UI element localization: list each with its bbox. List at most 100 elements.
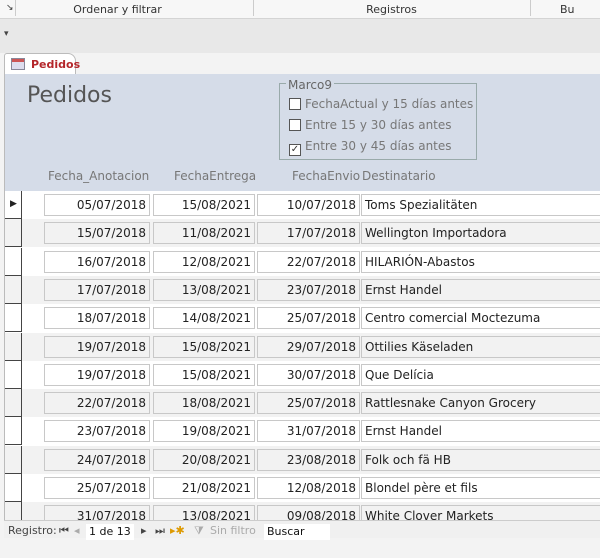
fecha-envio-field[interactable]: 17/07/2018 bbox=[257, 222, 360, 245]
record-selector[interactable]: ▶ bbox=[5, 191, 22, 219]
record-label: Registro: bbox=[8, 524, 57, 537]
option-label: Entre 15 y 30 días antes bbox=[305, 118, 452, 132]
fecha-entrega-field[interactable]: 11/08/2021 bbox=[153, 222, 255, 245]
group-find: Bu bbox=[560, 3, 575, 16]
table-row: 16/07/2018 12/08/2021 22/07/2018 HILARIÓN-A… bbox=[5, 247, 600, 276]
tab-pedidos[interactable]: Pedidos bbox=[4, 53, 80, 75]
record-navigation: Registro: ⏮ ◂ 1 de 13 ▸ ⏭ ▸✱ ⧩ Sin filtr… bbox=[4, 520, 600, 540]
last-record-button[interactable]: ⏭ bbox=[155, 524, 165, 538]
table-row: 18/07/2018 14/08/2021 25/07/2018 Centro com… bbox=[5, 304, 600, 333]
fecha-anotacion-field[interactable]: 19/07/2018 bbox=[44, 363, 150, 386]
quick-access-toolbar: ▾ bbox=[0, 19, 600, 53]
fecha-envio-field[interactable]: 25/07/2018 bbox=[257, 392, 360, 415]
form-title: Pedidos bbox=[27, 83, 112, 108]
record-selector[interactable] bbox=[5, 275, 22, 304]
table-row: 22/07/2018 18/08/2021 25/07/2018 Rattlesnak… bbox=[5, 389, 600, 418]
destinatario-field[interactable]: Blondel père et fils bbox=[361, 477, 600, 499]
group-records: Registros bbox=[366, 3, 417, 16]
fecha-anotacion-field[interactable]: 16/07/2018 bbox=[44, 250, 150, 273]
fecha-entrega-field[interactable]: 12/08/2021 bbox=[153, 250, 255, 273]
search-input[interactable]: Buscar bbox=[264, 524, 330, 540]
new-record-button[interactable]: ▸✱ bbox=[170, 524, 185, 537]
destinatario-field[interactable]: Ernst Handel bbox=[361, 278, 600, 301]
document-tabs: Pedidos bbox=[0, 53, 600, 75]
fecha-envio-field[interactable]: 29/07/2018 bbox=[257, 335, 360, 358]
fecha-anotacion-field[interactable]: 25/07/2018 bbox=[44, 477, 150, 499]
checkbox[interactable] bbox=[289, 98, 301, 110]
checkbox[interactable] bbox=[289, 119, 301, 131]
no-filter-button[interactable]: Sin filtro bbox=[210, 524, 256, 537]
record-selector[interactable] bbox=[5, 417, 22, 446]
destinatario-field[interactable]: Que Delícia bbox=[361, 363, 600, 386]
fecha-anotacion-field[interactable]: 05/07/2018 bbox=[44, 194, 150, 216]
fecha-entrega-field[interactable]: 15/08/2021 bbox=[153, 194, 255, 216]
fecha-anotacion-field[interactable]: 24/07/2018 bbox=[44, 448, 150, 471]
fecha-entrega-field[interactable]: 19/08/2021 bbox=[153, 420, 255, 443]
current-record-field[interactable]: 1 de 13 bbox=[86, 524, 134, 540]
record-selector[interactable] bbox=[5, 219, 22, 248]
fecha-entrega-field[interactable]: 13/08/2021 bbox=[153, 278, 255, 301]
record-selector[interactable] bbox=[5, 332, 22, 361]
fecha-envio-field[interactable]: 30/07/2018 bbox=[257, 363, 360, 386]
table-row: ▶ 05/07/2018 15/08/2021 10/07/2018 Toms Spez… bbox=[5, 191, 600, 219]
destinatario-field[interactable]: Ottilies Käseladen bbox=[361, 335, 600, 358]
pedidos-form: Pedidos Marco9 FechaActual y 15 días ant… bbox=[4, 74, 600, 531]
column-header-destinatario: Destinatario bbox=[362, 169, 436, 183]
table-row: 23/07/2018 19/08/2021 31/07/2018 Ernst Hand… bbox=[5, 417, 600, 446]
option-30-45-days[interactable]: ✓ Entre 30 y 45 días antes bbox=[289, 139, 452, 156]
group-sort-filter: Ordenar y filtrar bbox=[73, 3, 162, 16]
form-icon bbox=[11, 58, 25, 70]
fecha-anotacion-field[interactable]: 17/07/2018 bbox=[44, 278, 150, 301]
option-label: Entre 30 y 45 días antes bbox=[305, 139, 452, 153]
column-header-fecha-entrega: FechaEntrega bbox=[174, 169, 257, 183]
destinatario-field[interactable]: Centro comercial Moctezuma bbox=[361, 307, 600, 330]
destinatario-field[interactable]: Wellington Importadora bbox=[361, 222, 600, 245]
fecha-entrega-field[interactable]: 20/08/2021 bbox=[153, 448, 255, 471]
fecha-anotacion-field[interactable]: 19/07/2018 bbox=[44, 335, 150, 358]
destinatario-field[interactable]: Ernst Handel bbox=[361, 420, 600, 443]
fecha-envio-field[interactable]: 25/07/2018 bbox=[257, 307, 360, 330]
option-15-30-days[interactable]: Entre 15 y 30 días antes bbox=[289, 118, 452, 132]
fecha-entrega-field[interactable]: 18/08/2021 bbox=[153, 392, 255, 415]
checkbox-checked[interactable]: ✓ bbox=[289, 144, 301, 156]
column-header-fecha-anotacion: Fecha_Anotacion bbox=[48, 169, 150, 183]
fecha-envio-field[interactable]: 12/08/2018 bbox=[257, 477, 360, 499]
fecha-envio-field[interactable]: 10/07/2018 bbox=[257, 194, 360, 216]
destinatario-field[interactable]: Rattlesnake Canyon Grocery bbox=[361, 392, 600, 415]
fecha-entrega-field[interactable]: 15/08/2021 bbox=[153, 363, 255, 386]
option-label: FechaActual y 15 días antes bbox=[305, 97, 474, 111]
fecha-anotacion-field[interactable]: 23/07/2018 bbox=[44, 420, 150, 443]
fecha-anotacion-field[interactable]: 18/07/2018 bbox=[44, 307, 150, 330]
fecha-envio-field[interactable]: 22/07/2018 bbox=[257, 250, 360, 273]
fecha-entrega-field[interactable]: 15/08/2021 bbox=[153, 335, 255, 358]
record-selector[interactable] bbox=[5, 445, 22, 474]
table-row: 24/07/2018 20/08/2021 23/08/2018 Folk och f… bbox=[5, 445, 600, 474]
fecha-envio-field[interactable]: 23/08/2018 bbox=[257, 448, 360, 471]
customize-toolbar-icon[interactable]: ▾ bbox=[4, 29, 9, 39]
dialog-launcher-icon[interactable]: ↘ bbox=[6, 3, 14, 13]
filter-icon: ⧩ bbox=[194, 524, 204, 537]
fecha-envio-field[interactable]: 31/07/2018 bbox=[257, 420, 360, 443]
fecha-entrega-field[interactable]: 21/08/2021 bbox=[153, 477, 255, 499]
fecha-envio-field[interactable]: 23/07/2018 bbox=[257, 278, 360, 301]
first-record-button[interactable]: ⏮ bbox=[59, 524, 69, 538]
destinatario-field[interactable]: Folk och fä HB bbox=[361, 448, 600, 471]
fecha-anotacion-field[interactable]: 22/07/2018 bbox=[44, 392, 150, 415]
table-row: 19/07/2018 15/08/2021 29/07/2018 Ottilies K… bbox=[5, 332, 600, 361]
table-row: 15/07/2018 11/08/2021 17/07/2018 Wellington… bbox=[5, 219, 600, 248]
record-selector[interactable] bbox=[5, 389, 22, 418]
record-selector[interactable] bbox=[5, 247, 22, 276]
destinatario-field[interactable]: HILARIÓN-Abastos bbox=[361, 250, 600, 273]
fecha-entrega-field[interactable]: 14/08/2021 bbox=[153, 307, 255, 330]
option-15-days[interactable]: FechaActual y 15 días antes bbox=[289, 97, 473, 111]
fecha-anotacion-field[interactable]: 15/07/2018 bbox=[44, 222, 150, 245]
next-record-button[interactable]: ▸ bbox=[141, 524, 147, 537]
record-selector[interactable] bbox=[5, 304, 22, 333]
record-selector[interactable] bbox=[5, 474, 22, 502]
frame-label: Marco9 bbox=[286, 78, 334, 92]
destinatario-field[interactable]: Toms Spezialitäten bbox=[361, 194, 600, 216]
record-selector[interactable] bbox=[5, 360, 22, 389]
ribbon-group-bar: ↘ Ordenar y filtrar Registros Bu bbox=[0, 0, 600, 19]
table-row: 17/07/2018 13/08/2021 23/07/2018 Ernst Hand… bbox=[5, 275, 600, 304]
previous-record-button[interactable]: ◂ bbox=[74, 524, 80, 537]
